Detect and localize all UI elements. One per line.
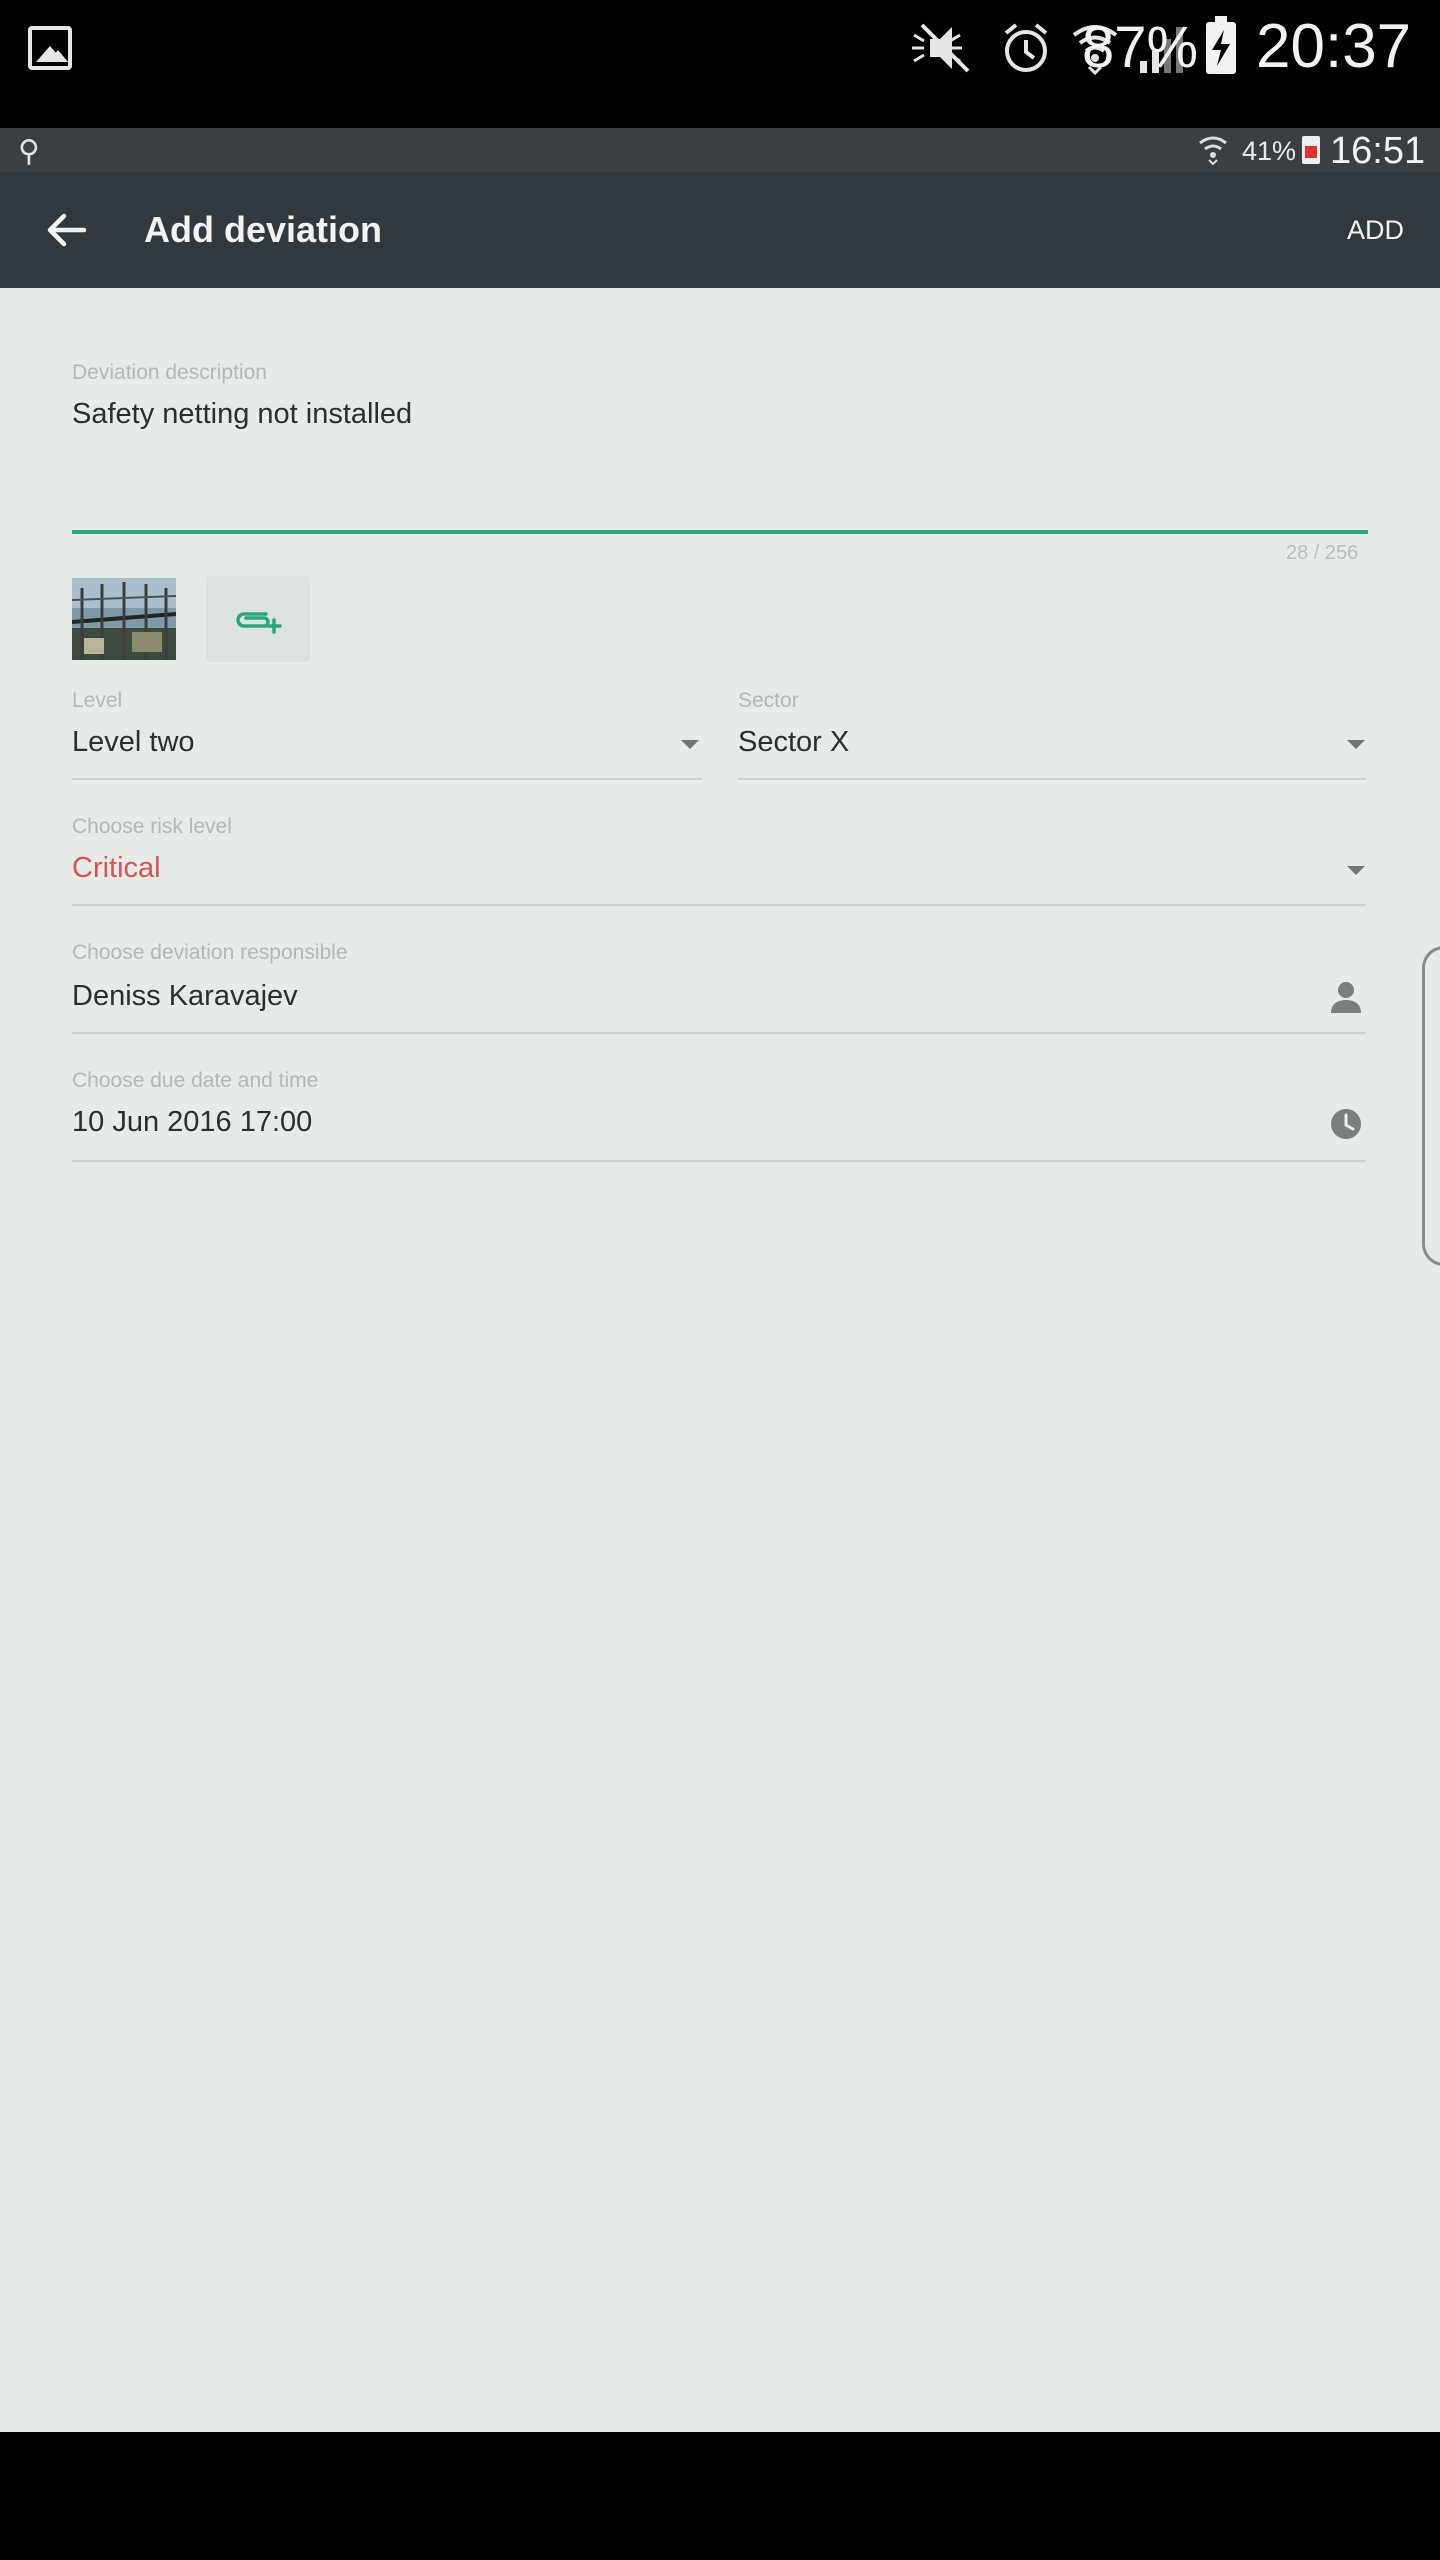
due-date-field[interactable]: 10 Jun 2016 17:00 (72, 1104, 1302, 1144)
navigation-bar (0, 2432, 1440, 2560)
device-battery-percent: 87% (1082, 15, 1199, 80)
app-status-bar: ⚲ 41% 16:51 (0, 128, 1440, 172)
description-counter: 28 / 256 (1286, 542, 1359, 564)
add-deviation-form: Deviation description Safety netting not… (0, 288, 1440, 2432)
attachment-thumbnail[interactable] (72, 578, 176, 660)
sector-underline (738, 778, 1366, 780)
attach-add-icon (236, 612, 282, 634)
level-select[interactable]: Level two (72, 724, 702, 764)
risk-level-label: Choose risk level (72, 815, 232, 838)
sector-select[interactable]: Sector X (738, 724, 1368, 764)
app-clock: 16:51 (1330, 130, 1426, 172)
mute-icon (912, 23, 970, 73)
due-date-label: Choose due date and time (72, 1069, 319, 1092)
arrow-back-icon[interactable] (44, 210, 88, 250)
gallery-icon (28, 26, 72, 70)
chevron-down-icon[interactable] (1347, 740, 1365, 749)
chevron-down-icon[interactable] (1347, 866, 1365, 875)
level-label: Level (72, 689, 123, 712)
risk-underline (72, 904, 1366, 906)
description-input[interactable]: Safety netting not installed (72, 396, 1368, 506)
battery-icon (1302, 136, 1320, 164)
photo-thumbnail-image (72, 578, 176, 660)
device-status-bar: 87% 20:37 (0, 0, 1440, 128)
description-underline (72, 530, 1368, 534)
app-bar: Add deviation ADD (0, 172, 1440, 288)
responsible-label: Choose deviation responsible (72, 941, 348, 964)
level-underline (72, 778, 702, 780)
responsible-underline (72, 1032, 1366, 1034)
due-date-underline (72, 1160, 1366, 1162)
edge-panel-handle[interactable] (1422, 946, 1440, 1266)
chevron-down-icon[interactable] (681, 740, 699, 749)
add-button[interactable]: ADD (1347, 212, 1404, 248)
alarm-icon (1004, 23, 1048, 72)
device-clock: 20:37 (1256, 12, 1412, 81)
responsible-field[interactable]: Deniss Karavajev (72, 978, 1302, 1018)
usb-icon: ⚲ (18, 135, 40, 168)
clock-icon[interactable] (1330, 1108, 1362, 1140)
page-title: Add deviation (144, 209, 383, 250)
add-attachment-button[interactable] (206, 576, 310, 662)
person-icon[interactable] (1330, 980, 1362, 1014)
sector-label: Sector (738, 689, 799, 712)
app-battery-percent: 41% (1242, 136, 1297, 166)
risk-level-select[interactable]: Critical (72, 850, 1366, 890)
wifi-icon (1199, 136, 1227, 166)
description-label: Deviation description (72, 361, 267, 384)
battery-charging-icon (1206, 16, 1236, 74)
